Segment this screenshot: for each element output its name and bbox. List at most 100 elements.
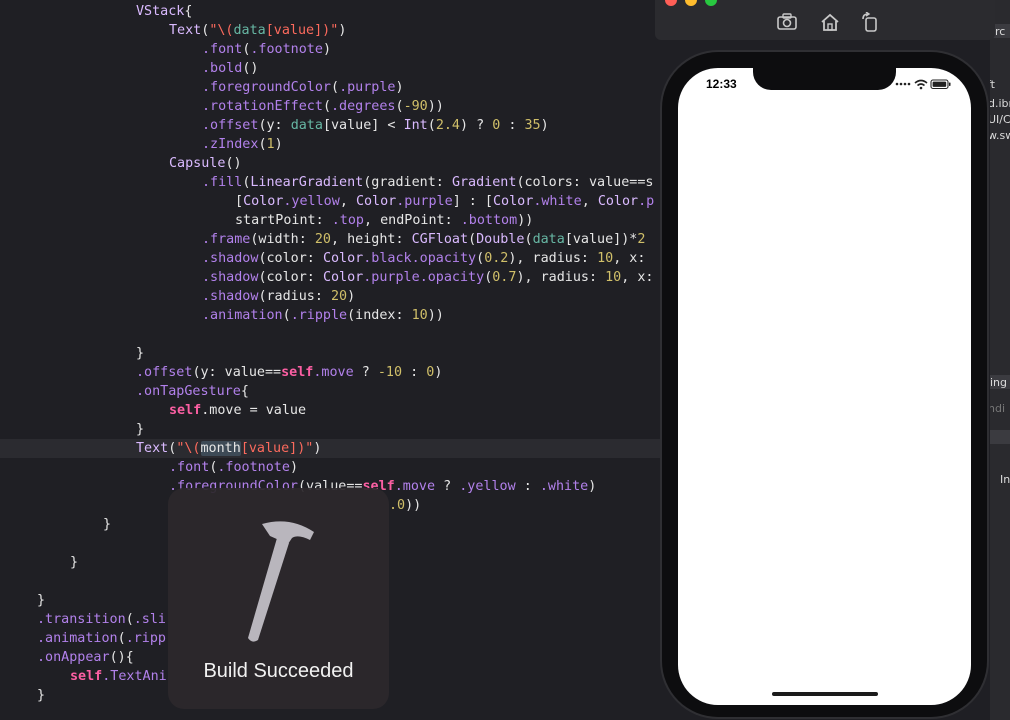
code-token: -90 [403,99,428,114]
code-token: .black [363,251,412,266]
code-token: Gradient [451,175,517,190]
code-token: .animation [37,631,118,646]
code-token: "\( [209,23,234,38]
inspector-text: d.ibr [990,97,1010,110]
code-token: (y: [258,118,291,133]
inspector-panel: urc oup ft d.ibr UI/C w.sw ding ndi In [990,0,1010,720]
hammer-icon [248,521,314,642]
simulator-toolbar [655,0,995,40]
signal-icon [895,82,911,86]
code-token: data [290,118,323,133]
code-token: Int [403,118,428,133]
code-token: (color: [258,270,323,285]
code-token: .onAppear [37,650,110,665]
code-token: ) [588,479,597,494]
code-token: ( [427,118,436,133]
code-token: , [339,194,356,209]
minimize-window-button[interactable] [685,0,697,6]
code-token: .0 [389,498,406,513]
home-icon[interactable] [819,12,841,32]
code-token: LinearGradient [250,175,364,190]
code-token: .move [394,479,436,494]
code-token: .ripple [290,308,348,323]
inspector-text: ding [990,376,1007,389]
code-token: (){ [109,650,134,665]
code-token: ( [331,80,340,95]
code-line-text: } [70,553,78,572]
code-token: ( [468,232,477,247]
code-line-text: VStack{ [136,2,192,21]
code-token: .purple [339,80,396,95]
code-token: .onTapGesture [136,384,241,399]
code-token: (colors: value==s [516,175,654,190]
code-token: )) [517,213,534,228]
rotate-icon[interactable] [860,12,882,32]
code-token: ) [322,42,331,57]
code-line-text: self.move = value [169,401,306,420]
code-line-text: } [103,515,111,534]
code-line-text: } [136,420,144,439]
code-line[interactable]: Text("\(month[value])") [0,439,662,458]
status-bar-time: 12:33 [706,77,737,91]
code-token: ) [395,80,404,95]
code-token: ) [347,289,356,304]
code-token: { [184,4,193,19]
code-token: Color [322,270,364,285]
code-line-text: [Color.yellow, Color.purple] : [Color.wh… [235,192,654,211]
code-token: .opacity [419,270,485,285]
code-token: data [233,23,266,38]
code-token: ? [435,479,460,494]
code-token: .shadow [202,251,259,266]
code-line-text: self.TextAni [70,667,167,686]
screenshot-icon[interactable] [776,12,798,32]
code-token: .purple [363,270,420,285]
code-token: () [225,156,242,171]
code-token: 20 [331,289,348,304]
battery-icon [930,79,951,90]
code-token: Double [476,232,525,247]
zoom-window-button[interactable] [705,0,717,6]
code-token: } [37,593,46,608]
code-token: .rotationEffect [202,99,323,114]
code-token: .move = value [201,403,307,418]
code-line-text: .onTapGesture{ [136,382,249,401]
code-token: : [402,365,427,380]
code-token: 0.2 [484,251,509,266]
code-token: ( [322,99,331,114]
wifi-icon [914,79,928,90]
code-token: self [70,669,103,684]
code-token: .transition [37,612,126,627]
code-token: } [136,422,145,437]
code-token: CGFloat [411,232,469,247]
close-window-button[interactable] [665,0,677,6]
code-token: (width: [250,232,315,247]
code-token: ( [258,137,267,152]
inspector-text: ft [990,78,995,91]
code-token: data [532,232,565,247]
code-token: , [581,194,598,209]
code-token: Color [355,194,397,209]
code-token: } [70,555,79,570]
code-line-text: .offset(y: value==self.move ? -10 : 0) [136,363,442,382]
code-token: VStack [136,4,185,19]
code-token: ) [274,137,283,152]
code-token: .bottom [460,213,518,228]
home-indicator[interactable] [772,692,878,696]
code-token: 35 [524,118,541,133]
code-line-text: .rotationEffect(.degrees(-90)) [202,97,444,116]
simulator-screen[interactable]: 12:33 [678,68,971,705]
code-token: , endPoint: [364,213,461,228]
code-line-text: .foregroundColor(.purple) [202,78,404,97]
code-token: [value])" [240,441,314,456]
status-bar-icons [895,79,951,90]
code-token: ), radius: [516,270,606,285]
code-token: self [281,365,314,380]
code-token: ) [338,23,347,38]
code-token: .p [638,194,655,209]
code-line-text: .font(.footnote) [169,458,298,477]
code-line-text: Text("\(data[value])") [169,21,346,40]
code-token: Text [136,441,169,456]
code-token: .yellow [459,479,516,494]
build-status-message: Build Succeeded [203,660,354,682]
code-token: .white [533,194,582,209]
